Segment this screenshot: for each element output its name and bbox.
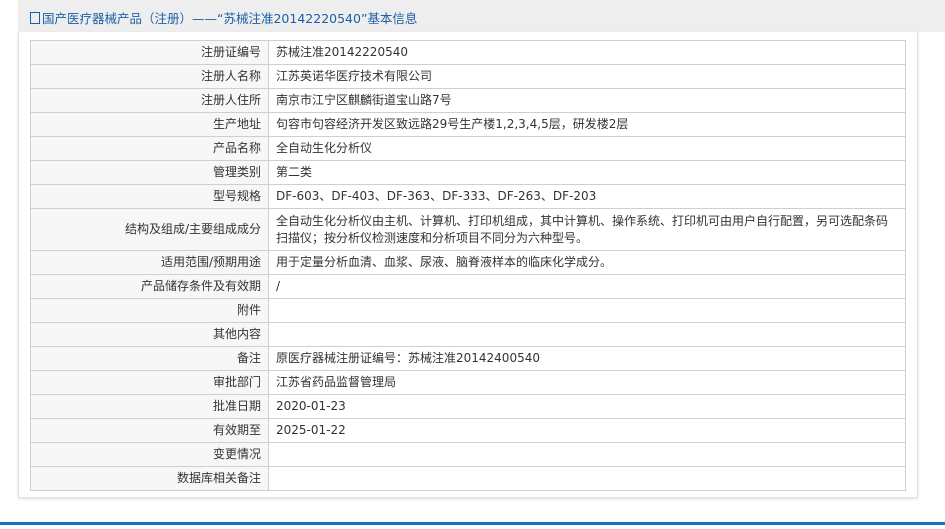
row-label: 注册人住所 <box>30 88 269 113</box>
row-label: 变更情况 <box>30 442 269 467</box>
row-value: 江苏省药品监督管理局 <box>268 370 906 395</box>
table-row: 注册人名称 江苏英诺华医疗技术有限公司 <box>30 64 906 89</box>
row-label: 附件 <box>30 298 269 323</box>
row-value: DF-603、DF-403、DF-363、DF-333、DF-263、DF-20… <box>268 184 906 209</box>
table-row: 有效期至 2025-01-22 <box>30 418 906 443</box>
row-value <box>268 442 906 467</box>
table-row: 审批部门 江苏省药品监督管理局 <box>30 370 906 395</box>
row-value: 句容市句容经济开发区致远路29号生产楼1,2,3,4,5层，研发楼2层 <box>268 112 906 137</box>
row-value: 南京市江宁区麒麟街道宝山路7号 <box>268 88 906 113</box>
row-label: 适用范围/预期用途 <box>30 250 269 275</box>
row-value: 2025-01-22 <box>268 418 906 443</box>
bottom-divider <box>0 522 945 525</box>
row-label: 有效期至 <box>30 418 269 443</box>
row-value: 全自动生化分析仪 <box>268 136 906 161</box>
table-row: 产品名称 全自动生化分析仪 <box>30 136 906 161</box>
page-header: 国产医疗器械产品（注册）——“苏械注准20142220540”基本信息 <box>18 0 945 32</box>
table-row: 生产地址 句容市句容经济开发区致远路29号生产楼1,2,3,4,5层，研发楼2层 <box>30 112 906 137</box>
row-value: 全自动生化分析仪由主机、计算机、打印机组成，其中计算机、操作系统、打印机可由用户… <box>268 208 906 251</box>
info-table: 注册证编号 苏械注准20142220540 注册人名称 江苏英诺华医疗技术有限公司 注册… <box>30 40 906 491</box>
table-row: 备注 原医疗器械注册证编号：苏械注准20142400540 <box>30 346 906 371</box>
table-row: 附件 <box>30 298 906 323</box>
row-label: 批准日期 <box>30 394 269 419</box>
row-label: 审批部门 <box>30 370 269 395</box>
row-label: 管理类别 <box>30 160 269 185</box>
table-row: 适用范围/预期用途 用于定量分析血清、血浆、尿液、脑脊液样本的临床化学成分。 <box>30 250 906 275</box>
table-row: 管理类别 第二类 <box>30 160 906 185</box>
page-title: 国产医疗器械产品（注册）——“苏械注准20142220540”基本信息 <box>42 11 418 26</box>
row-value: 原医疗器械注册证编号：苏械注准20142400540 <box>268 346 906 371</box>
row-label: 注册证编号 <box>30 40 269 65</box>
row-label: 备注 <box>30 346 269 371</box>
table-row: 数据库相关备注 <box>30 466 906 491</box>
row-label: 产品储存条件及有效期 <box>30 274 269 299</box>
table-row: 注册证编号 苏械注准20142220540 <box>30 40 906 65</box>
row-label: 数据库相关备注 <box>30 466 269 491</box>
row-label: 型号规格 <box>30 184 269 209</box>
table-row: 型号规格 DF-603、DF-403、DF-363、DF-333、DF-263、D… <box>30 184 906 209</box>
row-value: 用于定量分析血清、血浆、尿液、脑脊液样本的临床化学成分。 <box>268 250 906 275</box>
row-value: 2020-01-23 <box>268 394 906 419</box>
row-label: 结构及组成/主要组成成分 <box>30 208 269 251</box>
row-value <box>268 322 906 347</box>
row-value <box>268 298 906 323</box>
table-row: 结构及组成/主要组成成分 全自动生化分析仪由主机、计算机、打印机组成，其中计算机、… <box>30 208 906 251</box>
table-row: 注册人住所 南京市江宁区麒麟街道宝山路7号 <box>30 88 906 113</box>
row-value <box>268 466 906 491</box>
table-row: 其他内容 <box>30 322 906 347</box>
table-row: 产品储存条件及有效期 / <box>30 274 906 299</box>
row-label: 注册人名称 <box>30 64 269 89</box>
document-icon <box>30 12 40 24</box>
row-value: 江苏英诺华医疗技术有限公司 <box>268 64 906 89</box>
row-label: 其他内容 <box>30 322 269 347</box>
row-value: 苏械注准20142220540 <box>268 40 906 65</box>
table-row: 批准日期 2020-01-23 <box>30 394 906 419</box>
row-label: 生产地址 <box>30 112 269 137</box>
row-label: 产品名称 <box>30 136 269 161</box>
table-row: 变更情况 <box>30 442 906 467</box>
row-value: 第二类 <box>268 160 906 185</box>
row-value: / <box>268 274 906 299</box>
